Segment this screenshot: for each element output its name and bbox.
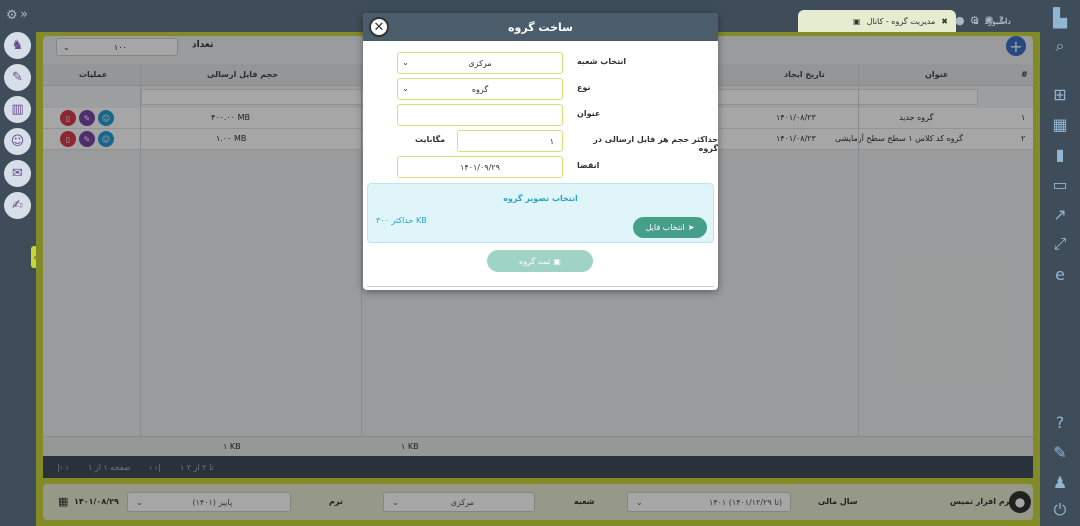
- title-label: عنوان: [577, 109, 601, 118]
- brush-icon[interactable]: ✎: [1048, 442, 1072, 462]
- power-icon[interactable]: ⏻: [1048, 500, 1072, 520]
- chat-icon[interactable]: ●: [955, 14, 965, 27]
- line-chart-icon[interactable]: ↗: [1048, 204, 1072, 224]
- top-icons: ● ⚙ ✺ ↻: [955, 14, 1008, 27]
- app-icon-1[interactable]: ♞: [4, 32, 31, 59]
- image-upload-box: انتخاب تصویر گروه انتخاب فایل ➤ حداکثر ۳…: [367, 183, 714, 243]
- type-value: گروه: [471, 84, 489, 94]
- expire-value: ۱۴۰۱/۰۹/۲۹: [460, 162, 500, 172]
- hierarchy-icon[interactable]: ⊞: [1048, 84, 1072, 104]
- user-icon[interactable]: ♟: [1048, 472, 1072, 492]
- create-group-modal: ساخت گروه ✕ انتخاب شعبه ⌄ مرکزی نوع ⌄ گر…: [363, 13, 718, 290]
- type-select[interactable]: ⌄ گروه: [397, 78, 563, 100]
- choose-file-button[interactable]: انتخاب فایل ➤: [633, 217, 707, 238]
- help-icon[interactable]: ?: [1048, 412, 1072, 432]
- right-sidebar: ▙ ⌕ ⊞ ▦ ▮ ▭ ↗ ⤢ e ? ✎ ♟ ⏻: [1040, 0, 1080, 526]
- bar-chart-icon[interactable]: ▮: [1048, 144, 1072, 164]
- settings-icon[interactable]: ⚙: [6, 8, 18, 23]
- app-icon-3[interactable]: ▥: [4, 96, 31, 123]
- refresh-icon[interactable]: ↻: [999, 14, 1008, 27]
- max-size-label: حداکثر حجم هر فایل ارسالی در گروه: [593, 135, 718, 153]
- gear-icon[interactable]: ✺: [984, 14, 993, 27]
- chevron-down-icon: ⌄: [402, 84, 409, 93]
- search-icon[interactable]: ⌕: [1048, 36, 1072, 56]
- collapse-icon[interactable]: »: [20, 7, 28, 22]
- branch-label: انتخاب شعبه: [577, 57, 627, 66]
- tab-group-management[interactable]: ✖ مدیریت گروه - کانال ▣: [798, 10, 956, 32]
- app-icon-5[interactable]: ✉: [4, 160, 31, 187]
- cursor-icon: ➤: [687, 223, 695, 232]
- modal-divider: [367, 286, 714, 287]
- expand-icon[interactable]: ⤢: [1048, 234, 1072, 254]
- expire-date-input[interactable]: ۱۴۰۱/۰۹/۲۹: [397, 156, 563, 178]
- max-size-unit: مگابایت: [415, 135, 446, 144]
- branch-value: مرکزی: [468, 58, 492, 68]
- expire-label: انقضا: [577, 161, 600, 170]
- card-icon[interactable]: ▭: [1048, 174, 1072, 194]
- modal-title: ساخت گروه: [508, 20, 573, 34]
- modal-header: ساخت گروه: [363, 13, 718, 41]
- logo-icon: ▙: [1053, 7, 1067, 29]
- app-icon-2[interactable]: ✎: [4, 64, 31, 91]
- close-icon[interactable]: ✕: [369, 17, 389, 37]
- max-image-size: حداکثر ۳۰۰ KB: [376, 216, 427, 225]
- submit-label: ثبت گروه: [519, 256, 551, 266]
- app-icon-6[interactable]: ✍: [4, 192, 31, 219]
- tab-page-icon: ▣: [853, 16, 861, 26]
- settings-icon[interactable]: ⚙: [970, 14, 980, 27]
- tab-label: مدیریت گروه - کانال: [866, 16, 936, 26]
- browser-icon[interactable]: e: [1048, 264, 1072, 284]
- chevron-down-icon: ⌄: [402, 58, 409, 67]
- submit-group-button[interactable]: ثبت گروه ▣: [487, 250, 593, 272]
- max-size-input[interactable]: ۱: [457, 130, 563, 152]
- app-icon-4[interactable]: ☺: [4, 128, 31, 155]
- branch-select[interactable]: ⌄ مرکزی: [397, 52, 563, 74]
- title-input[interactable]: [397, 104, 563, 126]
- save-icon: ▣: [553, 256, 561, 266]
- image-upload-title: انتخاب تصویر گروه: [503, 194, 578, 203]
- max-size-value: ۱: [549, 136, 554, 146]
- grid-icon[interactable]: ▦: [1048, 114, 1072, 134]
- choose-file-label: انتخاب فایل: [645, 223, 685, 232]
- type-label: نوع: [577, 83, 591, 92]
